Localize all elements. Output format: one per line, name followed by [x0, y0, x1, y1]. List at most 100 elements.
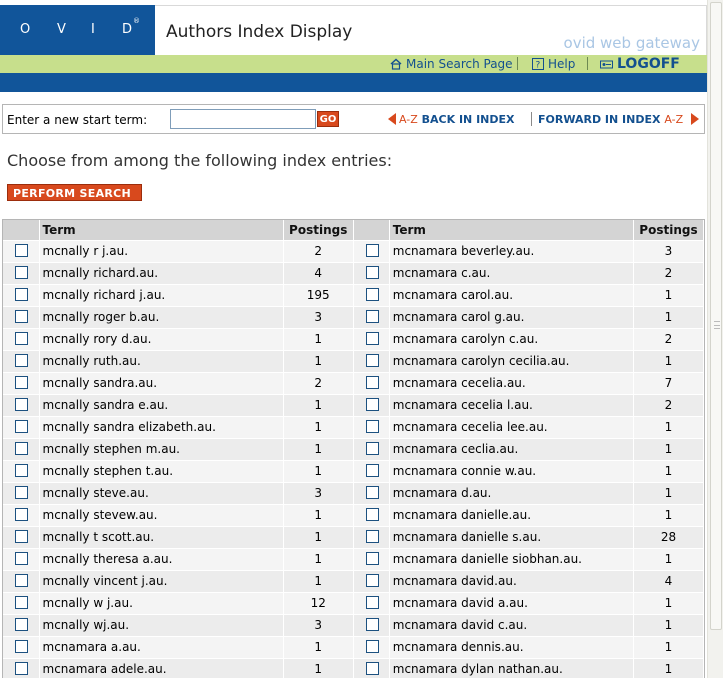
select-checkbox[interactable] — [365, 596, 379, 609]
select-checkbox[interactable] — [15, 662, 28, 676]
start-term-input[interactable] — [170, 109, 316, 129]
select-checkbox[interactable] — [365, 508, 379, 521]
select-checkbox[interactable] — [15, 508, 28, 521]
vertical-scrollbar[interactable] — [707, 0, 723, 678]
select-checkbox[interactable] — [365, 640, 379, 653]
back-arrow-icon[interactable] — [388, 113, 396, 125]
select-checkbox[interactable] — [365, 244, 379, 257]
term-cell: mcnally stephen m.au. — [39, 437, 284, 460]
select-checkbox[interactable] — [365, 288, 379, 301]
term-cell: mcnamara cecelia l.au. — [389, 393, 634, 416]
select-checkbox[interactable] — [15, 288, 28, 301]
select-checkbox[interactable] — [15, 398, 28, 411]
select-checkbox[interactable] — [15, 618, 28, 631]
select-checkbox[interactable] — [15, 354, 28, 367]
postings-cell: 2 — [633, 261, 704, 284]
select-checkbox[interactable] — [15, 244, 28, 257]
perform-search-button[interactable]: PERFORM SEARCH » — [7, 184, 142, 217]
term-cell: mcnamara danielle.au. — [389, 503, 634, 526]
term-cell: mcnally wj.au. — [39, 613, 284, 636]
logoff-link[interactable]: LOGOFF — [600, 56, 680, 72]
postings-cell: 1 — [633, 613, 704, 636]
term-cell: mcnally sandra elizabeth.au. — [39, 415, 284, 438]
select-checkbox[interactable] — [15, 530, 28, 543]
postings-cell: 1 — [283, 635, 354, 658]
term-cell: mcnally stephen t.au. — [39, 459, 284, 482]
select-checkbox[interactable] — [365, 552, 379, 565]
back-az-label: A-Z — [399, 113, 418, 126]
ovid-logo: O V I D ® — [0, 5, 155, 55]
postings-cell: 1 — [633, 459, 704, 482]
svg-text:?: ? — [536, 61, 541, 71]
table-row: mcnamara a.au. 1 mcnamara dennis.au. 1 — [3, 635, 704, 658]
table-row: mcnally ruth.au. 1 mcnamara carolyn cecili… — [3, 349, 704, 372]
select-checkbox[interactable] — [15, 310, 28, 323]
scrollbar-thumb[interactable] — [710, 2, 722, 630]
start-term-bar: Enter a new start term: GO A-Z BACK IN I… — [2, 104, 705, 134]
select-checkbox[interactable] — [365, 442, 379, 455]
link-divider — [587, 57, 588, 70]
term-cell: mcnally roger b.au. — [39, 305, 284, 328]
brand-name: ovid web gateway — [563, 34, 700, 52]
select-checkbox[interactable] — [15, 574, 28, 587]
row-checkbox-cell — [353, 261, 390, 284]
table-row: mcnally wj.au. 3 mcnamara david c.au. 1 — [3, 613, 704, 636]
row-checkbox-cell — [353, 283, 390, 306]
select-checkbox[interactable] — [365, 332, 379, 345]
select-checkbox[interactable] — [365, 530, 379, 543]
row-checkbox-cell — [3, 371, 40, 394]
term-cell: mcnally richard.au. — [39, 261, 284, 284]
scroll-grip-icon — [714, 321, 720, 329]
term-cell: mcnamara carol g.au. — [389, 305, 634, 328]
select-checkbox[interactable] — [365, 310, 379, 323]
select-checkbox[interactable] — [365, 420, 379, 433]
select-checkbox[interactable] — [15, 596, 28, 609]
row-checkbox-cell — [3, 635, 40, 658]
select-checkbox[interactable] — [365, 376, 379, 389]
table-row: mcnally sandra e.au. 1 mcnamara cecelia l.… — [3, 393, 704, 416]
select-checkbox[interactable] — [15, 420, 28, 433]
header-check-col — [353, 220, 390, 240]
select-checkbox[interactable] — [15, 376, 28, 389]
term-cell: mcnally stevew.au. — [39, 503, 284, 526]
select-checkbox[interactable] — [365, 662, 379, 676]
main-search-link[interactable]: Main Search Page — [390, 57, 513, 71]
row-checkbox-cell — [3, 283, 40, 306]
forward-arrow-icon[interactable] — [691, 113, 699, 125]
select-checkbox[interactable] — [15, 442, 28, 455]
select-checkbox[interactable] — [365, 486, 379, 499]
select-checkbox[interactable] — [15, 486, 28, 499]
help-link[interactable]: ? Help — [532, 57, 575, 71]
go-button[interactable]: GO — [317, 111, 339, 127]
term-cell: mcnamara beverley.au. — [389, 239, 634, 262]
postings-cell: 2 — [283, 371, 354, 394]
select-checkbox[interactable] — [365, 266, 379, 279]
term-cell: mcnally vincent j.au. — [39, 569, 284, 592]
select-checkbox[interactable] — [365, 618, 379, 631]
select-checkbox[interactable] — [15, 464, 28, 477]
term-cell: mcnamara c.au. — [389, 261, 634, 284]
select-checkbox[interactable] — [365, 354, 379, 367]
row-checkbox-cell — [3, 481, 40, 504]
row-checkbox-cell — [3, 261, 40, 284]
row-checkbox-cell — [3, 305, 40, 328]
postings-cell: 12 — [283, 591, 354, 614]
select-checkbox[interactable] — [15, 640, 28, 653]
select-checkbox[interactable] — [15, 332, 28, 345]
forward-in-index-link[interactable]: FORWARD IN INDEX A-Z — [538, 113, 683, 126]
term-cell: mcnally sandra.au. — [39, 371, 284, 394]
row-checkbox-cell — [353, 503, 390, 526]
row-checkbox-cell — [3, 239, 40, 262]
select-checkbox[interactable] — [365, 398, 379, 411]
term-cell: mcnally rory d.au. — [39, 327, 284, 350]
help-label: Help — [548, 57, 576, 71]
page-header: O V I D ® Authors Index Display ovid web… — [0, 0, 707, 92]
term-cell: mcnamara david a.au. — [389, 591, 634, 614]
select-checkbox[interactable] — [365, 574, 379, 587]
select-checkbox[interactable] — [15, 266, 28, 279]
back-in-index-link[interactable]: A-Z BACK IN INDEX — [399, 113, 515, 126]
term-cell: mcnally r j.au. — [39, 239, 284, 262]
table-row: mcnally richard j.au. 195 mcnamara carol.a… — [3, 283, 704, 306]
select-checkbox[interactable] — [15, 552, 28, 565]
select-checkbox[interactable] — [365, 464, 379, 477]
